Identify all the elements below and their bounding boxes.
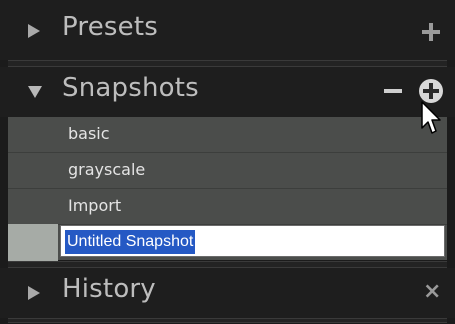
list-item[interactable]: basic [8, 117, 447, 153]
selected-text[interactable]: Untitled Snapshot [65, 230, 196, 254]
snapshots-title: Snapshots [62, 73, 199, 103]
presets-header[interactable]: Presets [0, 0, 455, 60]
history-header[interactable]: History × [0, 268, 455, 318]
section-divider [8, 261, 447, 268]
snapshot-name-input[interactable]: Untitled Snapshot [60, 225, 445, 257]
snapshots-header[interactable]: Snapshots [0, 67, 455, 117]
collapse-triangle-icon[interactable] [28, 86, 42, 98]
new-snapshot-row[interactable]: Untitled Snapshot [8, 224, 447, 261]
develop-left-panel: Presets Snapshots basic grayscale Import… [0, 0, 455, 324]
list-item[interactable]: grayscale [8, 153, 447, 189]
snapshot-label: grayscale [68, 160, 146, 179]
clear-history-x-icon[interactable]: × [423, 281, 441, 303]
expand-triangle-icon[interactable] [28, 24, 40, 38]
list-item[interactable]: Import [8, 189, 447, 225]
section-divider [8, 318, 447, 323]
row-gutter [8, 224, 58, 261]
snapshot-label: basic [68, 124, 110, 143]
add-snapshot-plus-icon[interactable] [419, 79, 443, 103]
add-preset-plus-icon[interactable] [422, 23, 440, 41]
section-divider [8, 60, 447, 67]
expand-triangle-icon[interactable] [28, 286, 40, 300]
history-title: History [62, 274, 156, 304]
snapshot-label: Import [68, 196, 122, 215]
mouse-pointer-icon [421, 101, 441, 134]
presets-title: Presets [62, 12, 159, 42]
remove-snapshot-minus-icon[interactable] [384, 89, 402, 93]
